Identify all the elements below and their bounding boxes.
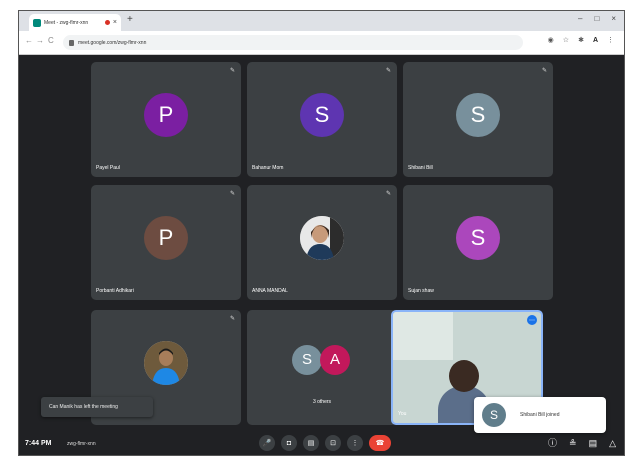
participant-name: Payel Paul (96, 165, 120, 171)
profile-photo (144, 340, 188, 385)
call-controls: 🎤 ◘ ▤ ⊡ ⋮ ☎ (259, 435, 391, 451)
forward-button[interactable]: → (36, 37, 44, 45)
participant-tile[interactable]: ✎ P Porbanti Adhikari (91, 185, 241, 300)
minimize-button[interactable]: – (578, 15, 582, 23)
mic-off-icon: ✎ (229, 191, 235, 197)
camera-button[interactable]: ◘ (281, 435, 297, 451)
avatar: S (482, 403, 506, 427)
profile-icon[interactable]: A (593, 37, 598, 44)
browser-menu-icon[interactable]: ⋮ (607, 37, 614, 44)
avatar: P (144, 92, 188, 137)
profile-photo (300, 215, 344, 260)
captions-button[interactable]: ▤ (303, 435, 319, 451)
left-meeting-notification: Can Manik has left the meeting (41, 397, 153, 417)
participant-name: Sujan shaw (408, 288, 434, 294)
tab-title: Meet - zwg-flmr-xnn (44, 19, 89, 26)
participant-tile[interactable]: ✎ S Bahanur Mom (247, 62, 397, 177)
avatar: P (144, 215, 188, 260)
more-options-button[interactable]: ⋮ (347, 435, 363, 451)
meeting-code: zwg-flmr-xnn (67, 441, 96, 447)
background-window (393, 312, 453, 360)
others-tile[interactable]: S A 3 others (247, 310, 397, 425)
participant-name: Shibani Bill (408, 165, 433, 171)
address-bar-icons: ◉ ☆ ✱ A ⋮ (548, 37, 614, 44)
address-bar: ← → C meet.google.com/zwg-flmr-xnn ◉ ☆ ✱… (19, 31, 624, 55)
present-button[interactable]: ⊡ (325, 435, 341, 451)
participant-name: Bahanur Mom (252, 165, 284, 171)
joined-text: Shibani Bill joined (520, 412, 560, 418)
activities-icon[interactable]: △ (609, 439, 616, 448)
mic-off-icon: ✎ (229, 316, 235, 322)
self-name-label: You (398, 411, 407, 417)
tab-bar: Meet - zwg-flmr-xnn × + – □ × (19, 11, 624, 31)
chat-icon[interactable]: ▤ (589, 439, 598, 448)
new-tab-button[interactable]: + (127, 15, 133, 25)
participant-name: Porbanti Adhikari (96, 288, 134, 294)
participant-tile[interactable]: ✎ P Payel Paul (91, 62, 241, 177)
meeting-info-icon[interactable]: ⓘ (548, 439, 557, 448)
avatar: S (300, 92, 344, 137)
end-call-button[interactable]: ☎ (369, 435, 391, 451)
bottom-bar: 7:44 PM zwg-flmr-xnn 🎤 ◘ ▤ ⊡ ⋮ ☎ ⓘ ≗ ▤ △ (19, 431, 624, 455)
tab-close-icon[interactable]: × (113, 19, 117, 26)
extensions-icon[interactable]: ✱ (578, 37, 584, 44)
joined-notification: S Shibani Bill joined (474, 397, 606, 433)
mic-off-icon: ✎ (541, 68, 547, 74)
meet-favicon-icon (33, 18, 41, 27)
url-text: meet.google.com/zwg-flmr-xnn (78, 39, 147, 46)
participant-tile[interactable]: S Sujan shaw (403, 185, 553, 300)
close-window-button[interactable]: × (611, 15, 616, 23)
avatar: A (320, 344, 350, 375)
browser-window: Meet - zwg-flmr-xnn × + – □ × ← → C meet… (18, 10, 625, 456)
side-panel-icons: ⓘ ≗ ▤ △ (548, 439, 616, 448)
avatar: S (292, 344, 322, 375)
participant-tile[interactable]: ✎ ANNA MANDAL (247, 185, 397, 300)
more-options-icon[interactable]: ⋯ (527, 315, 537, 325)
person-photo-icon (144, 340, 188, 385)
bookmark-star-icon[interactable]: ☆ (563, 37, 569, 44)
clock: 7:44 PM (25, 440, 52, 447)
self-video-head (449, 360, 479, 392)
mic-off-icon: ✎ (385, 191, 391, 197)
reload-button[interactable]: C (48, 37, 54, 45)
browser-tab[interactable]: Meet - zwg-flmr-xnn × (29, 14, 121, 31)
mic-off-icon: ✎ (229, 68, 235, 74)
person-photo-icon (300, 215, 344, 260)
mic-off-icon: ✎ (385, 68, 391, 74)
window-controls: – □ × (578, 15, 616, 23)
microphone-button[interactable]: 🎤 (259, 435, 275, 451)
maximize-button[interactable]: □ (594, 15, 599, 23)
participant-name: ANNA MANDAL (252, 288, 288, 294)
avatar: S (456, 92, 500, 137)
avatar: S (456, 215, 500, 260)
people-icon[interactable]: ≗ (569, 439, 577, 448)
participant-tile[interactable]: ✎ S Shibani Bill (403, 62, 553, 177)
lock-icon (69, 39, 74, 46)
camera-indicator-icon[interactable]: ◉ (548, 37, 554, 44)
recording-dot-icon (104, 20, 110, 25)
url-field[interactable]: meet.google.com/zwg-flmr-xnn (63, 35, 523, 50)
others-count-label: 3 others (312, 399, 332, 405)
others-avatars: S A (292, 344, 352, 377)
meeting-grid: ✎ P Payel Paul ✎ S Bahanur Mom ✎ S Shiba… (19, 55, 624, 455)
back-button[interactable]: ← (25, 37, 33, 45)
